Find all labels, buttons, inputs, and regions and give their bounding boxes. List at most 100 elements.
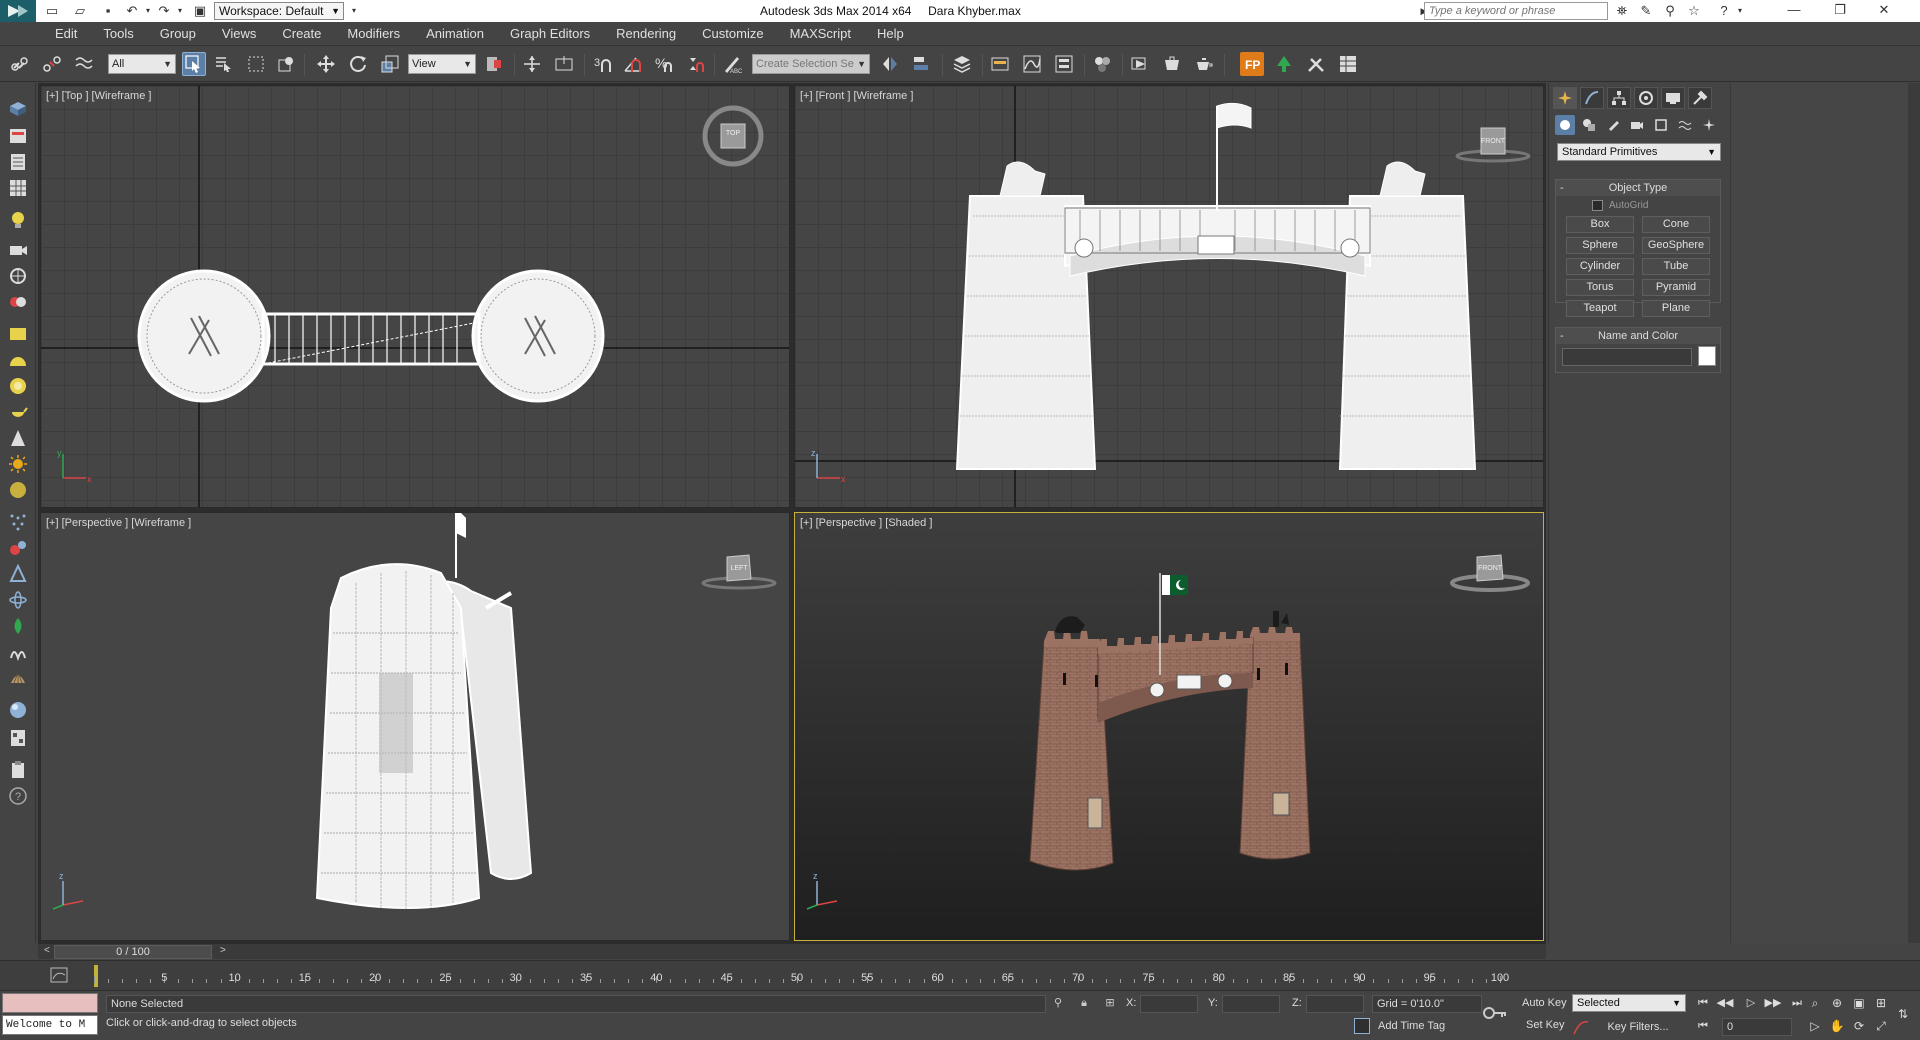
menu-customize[interactable]: Customize [689, 22, 776, 46]
fp-plugin-icon[interactable]: FP [1240, 52, 1264, 76]
keyboard-shortcut-override-icon[interactable] [552, 52, 576, 76]
menu-tools[interactable]: Tools [90, 22, 146, 46]
plane-button[interactable]: Plane [1642, 300, 1710, 317]
communication-center-icon[interactable]: ⚲ [1662, 3, 1678, 19]
viewcube-perspective-shaded[interactable]: FRONT [1449, 549, 1531, 593]
rectangular-selection-icon[interactable] [244, 52, 268, 76]
viewport-top[interactable]: [+] [Top ] [Wireframe ] y x TOP [40, 85, 790, 508]
render-production-icon[interactable] [1192, 52, 1216, 76]
key-filters-button[interactable]: Key Filters... [1590, 1018, 1686, 1036]
bind-space-warp-icon[interactable] [72, 52, 96, 76]
display-tab-icon[interactable] [1661, 87, 1685, 109]
hair-fur-icon[interactable] [7, 641, 29, 663]
clipboard-icon[interactable] [7, 759, 29, 781]
menu-views[interactable]: Views [209, 22, 269, 46]
select-manipulate-icon[interactable] [520, 52, 544, 76]
select-object-icon[interactable] [182, 52, 206, 76]
object-type-rollout-header[interactable]: - Object Type [1556, 180, 1720, 196]
walkthrough-icon[interactable]: ⇅ [1894, 1005, 1912, 1023]
foliage-icon[interactable] [7, 615, 29, 637]
reference-coord-select[interactable]: View ▼ [408, 54, 476, 74]
grid-view-icon[interactable] [7, 177, 29, 199]
set-key-button[interactable]: Set Key [1526, 1019, 1565, 1031]
camera-icon[interactable] [7, 239, 29, 261]
sphere-button[interactable]: Sphere [1566, 237, 1634, 254]
close-icon[interactable]: ✕ [1866, 0, 1902, 22]
tools-plugin-icon[interactable] [1304, 52, 1328, 76]
help-icon[interactable]: ? [1716, 3, 1732, 19]
container-icon[interactable] [7, 97, 29, 119]
help-dropdown-icon[interactable]: ▾ [1732, 3, 1748, 19]
menu-edit[interactable]: Edit [42, 22, 90, 46]
cone-button[interactable]: Cone [1642, 216, 1710, 233]
restore-icon[interactable]: ❐ [1822, 0, 1858, 22]
render-setup-icon[interactable] [1128, 52, 1152, 76]
time-slider-next[interactable]: > [220, 945, 226, 956]
minimize-icon[interactable]: — [1776, 0, 1812, 22]
track-bar[interactable]: 5 10 15 20 25 30 35 40 45 50 55 60 65 70 75 80 85 90 95 100 [0, 960, 1920, 990]
particles-icon[interactable] [7, 511, 29, 533]
curve-editor-icon[interactable] [1020, 52, 1044, 76]
atom-icon[interactable] [7, 589, 29, 611]
viewport-perspective-shaded[interactable]: [+] [Perspective ] [Shaded ] z FRONT [794, 512, 1544, 941]
current-frame-field[interactable]: 0 [1722, 1018, 1792, 1036]
schematic-view-icon[interactable] [1052, 52, 1076, 76]
edit-named-selection-icon[interactable]: ABC [720, 52, 744, 76]
systems-category-icon[interactable] [1699, 115, 1719, 135]
isolate-selection-icon[interactable]: ⚲ [1050, 995, 1066, 1011]
z-coordinate-field[interactable] [1306, 995, 1364, 1013]
zoom-extents-all-icon[interactable]: ⊞ [1872, 994, 1890, 1012]
teapot-icon[interactable] [7, 401, 29, 423]
utilities-tab-icon[interactable] [1688, 87, 1712, 109]
play-icon[interactable]: ▷ [1742, 995, 1760, 1011]
next-frame-icon[interactable]: ▶▶ [1764, 995, 1782, 1011]
time-slider[interactable]: < 0 / 100 > [38, 943, 1546, 959]
motion-tab-icon[interactable] [1634, 87, 1658, 109]
redo-dropdown-icon[interactable]: ▾ [172, 3, 188, 19]
zoom-icon[interactable]: ⌕ [1806, 994, 1824, 1012]
snaps-toggle-icon[interactable]: 3 [590, 52, 614, 76]
time-slider-prev[interactable]: < [44, 945, 50, 956]
viewcube-top[interactable]: TOP [701, 104, 765, 168]
mirror-icon[interactable] [878, 52, 902, 76]
menu-group[interactable]: Group [147, 22, 209, 46]
dome-icon[interactable] [7, 349, 29, 371]
viewport-label[interactable]: [+] [Perspective ] [Wireframe ] [46, 517, 191, 529]
hierarchy-tab-icon[interactable] [1607, 87, 1631, 109]
previous-frame-icon[interactable]: ◀◀ [1716, 995, 1734, 1011]
rendered-frame-window-icon[interactable] [1160, 52, 1184, 76]
shell-icon[interactable] [7, 667, 29, 689]
geometry-category-icon[interactable] [1555, 115, 1575, 135]
helpers-category-icon[interactable] [1651, 115, 1671, 135]
lights-icon[interactable] [7, 209, 29, 231]
viewport-label[interactable]: [+] [Perspective ] [Shaded ] [800, 517, 932, 529]
list-view-icon[interactable] [7, 151, 29, 173]
pivot-center-icon[interactable] [482, 52, 506, 76]
angle-snap-icon[interactable] [620, 52, 644, 76]
modify-tab-icon[interactable] [1580, 87, 1604, 109]
dynamics-icon[interactable] [7, 537, 29, 559]
graphite-ribbon-icon[interactable] [988, 52, 1012, 76]
lights-category-icon[interactable] [1603, 115, 1623, 135]
zoom-all-icon[interactable]: ⊕ [1828, 994, 1846, 1012]
new-file-icon[interactable]: ▭ [44, 3, 60, 19]
table-plugin-icon[interactable] [1336, 52, 1360, 76]
mini-curve-editor-icon[interactable] [50, 967, 68, 983]
helpers-icon[interactable] [7, 265, 29, 287]
preview-sphere-icon[interactable] [7, 699, 29, 721]
shapes-category-icon[interactable] [1579, 115, 1599, 135]
object-color-swatch[interactable] [1698, 346, 1716, 366]
maximize-viewport-icon[interactable]: ⤢ [1872, 1017, 1890, 1035]
viewport-perspective-wireframe[interactable]: [+] [Perspective ] [Wireframe ] z LEFT [40, 512, 790, 941]
unlink-icon[interactable] [40, 52, 64, 76]
app-logo-icon[interactable] [0, 0, 36, 22]
absolute-mode-icon[interactable]: ⊞ [1102, 995, 1118, 1011]
menu-create[interactable]: Create [269, 22, 334, 46]
torus-button[interactable]: Torus [1566, 279, 1634, 296]
layer-manager-icon[interactable] [950, 52, 974, 76]
pan-view-icon[interactable]: ✋ [1828, 1017, 1846, 1035]
menu-modifiers[interactable]: Modifiers [334, 22, 413, 46]
help-circle-icon[interactable]: ? [7, 785, 29, 807]
scale-icon[interactable] [378, 52, 402, 76]
menu-maxscript[interactable]: MAXScript [777, 22, 864, 46]
